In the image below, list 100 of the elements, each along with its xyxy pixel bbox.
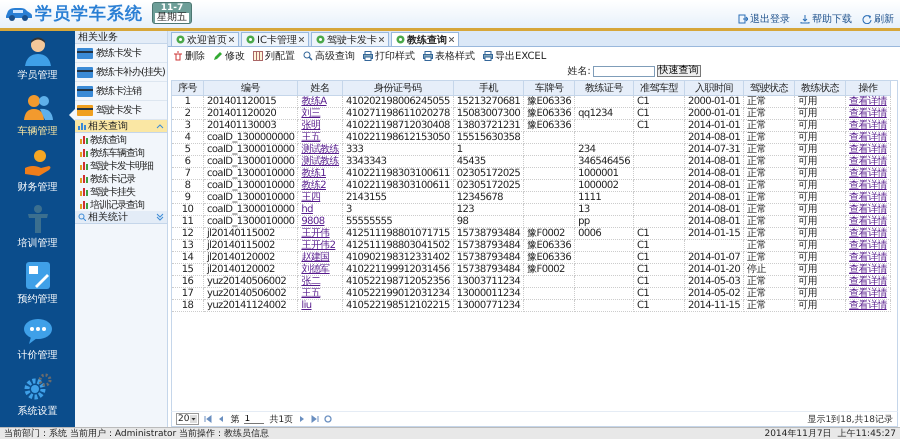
column-header[interactable]: 车牌号 [524,81,575,96]
table-link[interactable]: 张明 [301,120,320,131]
table-link[interactable]: liu [301,300,312,311]
nav-item[interactable]: 系统设置 [0,367,75,423]
table-link[interactable]: 测试教练 [301,156,340,167]
table-link[interactable]: 查看详情 [849,168,887,179]
tab[interactable]: IC卡管理 [241,32,309,46]
table-link[interactable]: 王四 [301,192,320,203]
table-link[interactable]: 王开伟 [301,228,330,239]
group-header[interactable]: 相关统计 [75,211,167,224]
first-page-icon[interactable] [204,415,212,423]
menu-item[interactable]: 教练卡补办(挂失) [75,63,167,82]
toolbar-button[interactable]: 打印样式 [361,48,417,63]
menu-item[interactable]: 教练查询 [75,133,167,146]
table-link[interactable]: 查看详情 [849,180,887,191]
table-link[interactable]: 王五 [301,288,320,299]
previous-page-icon[interactable] [217,415,226,423]
table-link[interactable]: 9808 [301,216,324,227]
table-link[interactable]: 刘三 [301,108,320,119]
table-cell: 13803721231 [453,120,524,132]
nav-item[interactable]: 培训管理 [0,199,75,255]
table-link[interactable]: 查看详情 [849,240,887,251]
toolbar-button[interactable]: 修改 [211,48,247,63]
table-link[interactable]: 查看详情 [849,276,887,287]
table-cell: 2014-05-02 [684,288,744,300]
table-link[interactable]: 查看详情 [849,156,887,167]
table-link[interactable]: 查看详情 [849,204,887,215]
table-cell: 17 [172,288,204,300]
column-header[interactable]: 驾驶状态 [744,81,795,96]
toolbar-button[interactable]: 删除 [171,48,207,63]
column-header[interactable]: 入职时间 [684,81,744,96]
table-cell: 豫E06336 [524,96,575,108]
header-link[interactable]: 帮助下载 [800,12,852,26]
menu-item[interactable]: 教练车辆查询 [75,146,167,159]
menu-item[interactable]: 驾驶卡发卡明细 [75,159,167,172]
table-link[interactable]: 查看详情 [849,216,887,227]
table-link[interactable]: hd [301,204,313,215]
table-link[interactable]: 王五 [301,132,320,143]
table-link[interactable]: 王开伟2 [301,240,336,251]
nav-item[interactable]: 学员管理 [0,31,75,87]
card-icon [77,48,93,58]
table-link[interactable]: 查看详情 [849,264,887,275]
column-header[interactable]: 手机 [453,81,524,96]
table-link[interactable]: 查看详情 [849,192,887,203]
tab[interactable]: 教练查询 [390,32,459,46]
table-link[interactable]: 查看详情 [849,300,887,311]
table-link[interactable]: 查看详情 [849,96,887,107]
table-link[interactable]: 查看详情 [849,108,887,119]
menu-item[interactable]: 驾驶卡挂失 [75,185,167,198]
column-header[interactable]: 序号 [172,81,204,96]
table-link[interactable]: 教练A [301,96,326,107]
column-header[interactable]: 教练证号 [574,81,634,96]
group-header[interactable]: 相关查询 [75,120,167,133]
nav-item[interactable]: 计价管理 [0,311,75,367]
tab[interactable]: 欢迎首页 [171,32,239,46]
table-link[interactable]: 测试教练 [301,144,340,155]
menu-item[interactable]: 培训记录查询 [75,198,167,211]
table-link[interactable]: 查看详情 [849,252,887,263]
table-cell: 2014-08-01 [684,156,744,168]
table-link[interactable]: 查看详情 [849,120,887,131]
tab[interactable]: 驾驶卡发卡 [310,32,389,46]
column-header[interactable]: 准驾车型 [633,81,684,96]
table-cell: coaID_1300010000 [204,168,298,180]
table-cell: C1 [633,108,684,120]
toolbar-button[interactable]: 表格样式 [421,48,477,63]
table-cell: 15738793484 [453,252,524,264]
column-header[interactable]: 身份证号码 [342,81,454,96]
table-link[interactable]: 教练1 [301,168,326,179]
column-header[interactable]: 姓名 [298,81,343,96]
table-link[interactable]: 赵建国 [301,252,330,263]
toolbar-button[interactable]: 高级查询 [301,48,357,63]
column-header[interactable]: 编号 [204,81,298,96]
nav-item[interactable]: 预约管理 [0,255,75,311]
table-cell: 410221199912031456 [342,264,454,276]
refresh-icon[interactable] [324,415,332,423]
table-link[interactable]: 查看详情 [849,288,887,299]
search-field[interactable] [592,66,655,76]
toolbar-button[interactable]: 列配置 [251,48,297,63]
search-button[interactable]: 快速查询 [656,65,701,77]
header-link[interactable]: 刷新 [862,12,894,26]
next-page-icon[interactable] [298,415,306,423]
column-header[interactable]: 教练状态 [794,81,846,96]
table-link[interactable]: 张二 [301,276,320,287]
menu-item[interactable]: 教练卡发卡 [75,44,167,63]
toolbar-button[interactable]: 导出EXCEL [481,48,548,63]
menu-item[interactable]: 教练卡注销 [75,82,167,101]
table-cell: coaID_1300010000 [204,144,298,156]
menu-item[interactable]: 教练卡记录 [75,172,167,185]
table-link[interactable]: 查看详情 [849,132,887,143]
table-link[interactable]: 教练2 [301,180,326,191]
table-link[interactable]: 刘德军 [301,264,330,275]
last-page-icon[interactable] [311,415,320,423]
group-header[interactable]: 相关业务 [75,31,167,44]
page-size-select[interactable]: 20 [176,413,200,425]
nav-item[interactable]: 财务管理 [0,143,75,199]
header-link[interactable]: 退出登录 [738,12,790,26]
table-cell: 15515630358 [453,132,524,144]
table-link[interactable]: 查看详情 [849,228,887,239]
table-link[interactable]: 查看详情 [849,144,887,155]
column-header[interactable]: 操作 [846,81,890,96]
